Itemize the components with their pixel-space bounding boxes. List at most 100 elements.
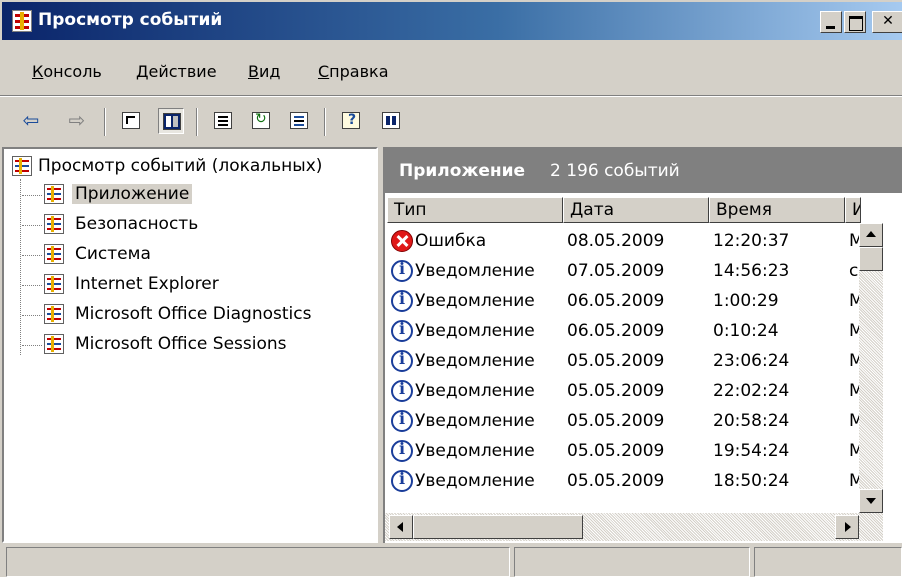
back-arrow-icon[interactable]: ⇦	[18, 108, 44, 134]
table-row[interactable]: Уведомление05.05.200922:02:24MS	[385, 377, 861, 407]
vertical-scroll-thumb[interactable]	[859, 247, 883, 271]
info-icon	[391, 379, 413, 402]
menu-action[interactable]: Действие	[136, 62, 217, 81]
tree-item-label: Безопасность	[75, 214, 199, 234]
table-row[interactable]: Уведомление05.05.200919:54:24MS	[385, 437, 861, 467]
info-icon	[391, 319, 413, 342]
cell-type: Уведомление	[415, 441, 535, 461]
table-row[interactable]: Ошибка08.05.200912:20:37Mi	[385, 227, 861, 257]
info-icon	[391, 409, 413, 432]
event-viewer-icon	[12, 156, 32, 176]
error-icon	[391, 230, 413, 252]
toolbar-separator	[196, 108, 198, 136]
column-header-type[interactable]: Тип	[387, 197, 563, 223]
cell-date: 05.05.2009	[567, 411, 665, 431]
cell-date: 06.05.2009	[567, 321, 665, 341]
table-row[interactable]: Уведомление07.05.200914:56:23cr	[385, 257, 861, 287]
show-hide-action-pane-icon[interactable]	[378, 108, 404, 134]
maximize-button[interactable]	[844, 11, 866, 33]
menu-divider	[0, 95, 902, 97]
toolbar: ⇦ ⇨	[0, 100, 902, 142]
pane-title: Приложение	[399, 161, 526, 181]
menu-view[interactable]: Вид	[248, 62, 280, 81]
status-cell-3	[754, 547, 902, 577]
toolbar-separator	[104, 108, 106, 136]
log-icon	[44, 184, 64, 204]
cell-time: 18:50:24	[713, 471, 790, 491]
status-bar	[0, 545, 902, 577]
info-icon	[391, 289, 413, 312]
scroll-down-button[interactable]	[859, 489, 883, 513]
log-icon	[44, 274, 64, 294]
help-icon[interactable]	[338, 108, 364, 134]
cell-date: 05.05.2009	[567, 381, 665, 401]
show-hide-tree-icon[interactable]	[158, 108, 184, 134]
event-count: 2 196 событий	[550, 161, 680, 181]
log-icon	[44, 214, 64, 234]
cell-time: 20:58:24	[713, 411, 790, 431]
cell-time: 1:00:29	[713, 291, 779, 311]
forward-arrow-icon[interactable]: ⇨	[64, 108, 90, 134]
cell-type: Уведомление	[415, 321, 535, 341]
tree-item-label: Internet Explorer	[75, 274, 219, 294]
cell-date: 07.05.2009	[567, 261, 665, 281]
column-header-time[interactable]: Время	[709, 197, 845, 223]
cell-time: 23:06:24	[713, 351, 790, 371]
tree-item-label: Microsoft Office Diagnostics	[75, 304, 312, 324]
table-row[interactable]: Уведомление06.05.20090:10:24MS	[385, 317, 861, 347]
tree-item-label: Microsoft Office Sessions	[75, 334, 287, 354]
tree-item-label: Приложение	[72, 184, 193, 204]
console-tree[interactable]: Просмотр событий (локальных) Приложение …	[2, 147, 378, 543]
log-icon	[44, 304, 64, 324]
info-icon	[391, 469, 413, 492]
column-header-date[interactable]: Дата	[563, 197, 709, 223]
log-icon	[44, 334, 64, 354]
menu-help[interactable]: Справка	[318, 62, 389, 81]
cell-type: Уведомление	[415, 261, 535, 281]
info-icon	[391, 439, 413, 462]
tree-connector	[20, 179, 22, 355]
scroll-up-button[interactable]	[859, 223, 883, 247]
table-row[interactable]: Уведомление05.05.200923:06:24MS	[385, 347, 861, 377]
horizontal-scrollbar[interactable]	[385, 513, 883, 541]
refresh-icon[interactable]	[248, 108, 274, 134]
vertical-scrollbar[interactable]	[859, 223, 883, 513]
cell-date: 05.05.2009	[567, 441, 665, 461]
cell-type: Уведомление	[415, 471, 535, 491]
cell-time: 12:20:37	[713, 231, 790, 251]
tree-item-label: Система	[75, 244, 151, 264]
toolbar-separator	[324, 108, 326, 136]
cell-time: 22:02:24	[713, 381, 790, 401]
cell-date: 06.05.2009	[567, 291, 665, 311]
scroll-right-button[interactable]	[835, 515, 859, 539]
menu-bar: Консоль Действие Вид Справка	[0, 52, 902, 92]
table-row[interactable]: Уведомление05.05.200920:58:24MS	[385, 407, 861, 437]
cell-time: 19:54:24	[713, 441, 790, 461]
event-viewer-app-icon	[12, 10, 32, 32]
pane-header: Приложение 2 196 событий	[385, 149, 902, 193]
status-cell-2	[514, 547, 750, 577]
table-row[interactable]: Уведомление05.05.200918:50:24MS	[385, 467, 861, 497]
status-cell-main	[6, 547, 510, 577]
table-row[interactable]: Уведомление06.05.20091:00:29MS	[385, 287, 861, 317]
info-icon	[391, 259, 413, 282]
cell-type: Ошибка	[415, 231, 487, 251]
close-button[interactable]: ✕	[872, 11, 902, 33]
up-level-icon[interactable]	[118, 108, 144, 134]
cell-date: 05.05.2009	[567, 351, 665, 371]
info-icon	[391, 349, 413, 372]
tree-root-label: Просмотр событий (локальных)	[38, 156, 323, 176]
event-list-pane: Приложение 2 196 событий Тип Дата Время …	[383, 147, 902, 543]
properties-icon[interactable]	[210, 108, 236, 134]
column-header-source[interactable]: Ис	[845, 197, 861, 223]
title-bar: Просмотр событий ✕	[0, 0, 902, 40]
cell-type: Уведомление	[415, 351, 535, 371]
scroll-left-button[interactable]	[389, 515, 413, 539]
window-title: Просмотр событий	[38, 10, 223, 30]
menu-console[interactable]: Консоль	[32, 62, 102, 81]
cell-type: Уведомление	[415, 411, 535, 431]
cell-time: 0:10:24	[713, 321, 779, 341]
horizontal-scroll-thumb[interactable]	[413, 515, 583, 539]
minimize-button[interactable]	[820, 11, 842, 33]
export-list-icon[interactable]	[286, 108, 312, 134]
